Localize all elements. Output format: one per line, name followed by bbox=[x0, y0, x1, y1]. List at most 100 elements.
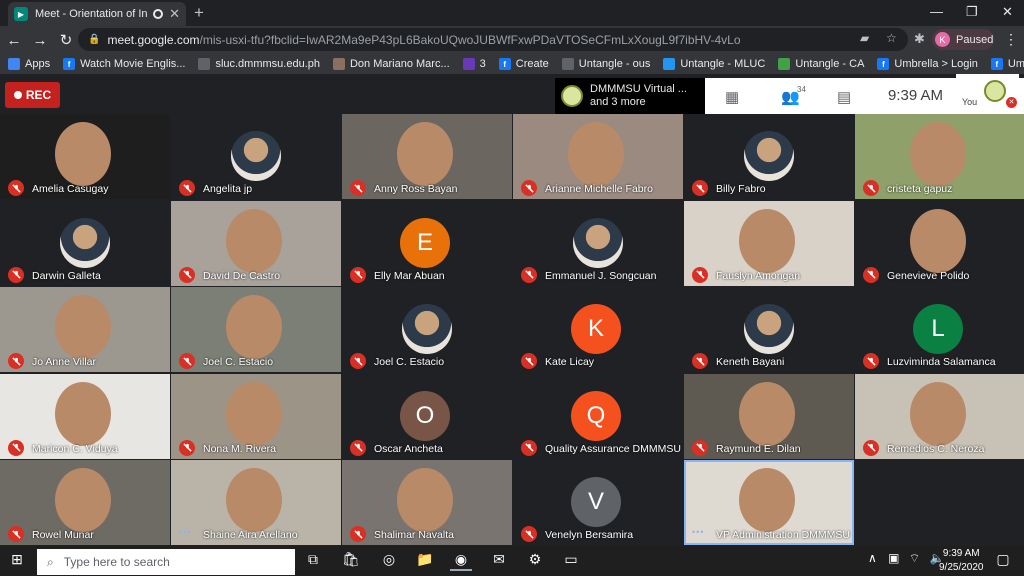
presenter-chip[interactable]: DMMMSU Virtual ... and 3 more bbox=[555, 78, 705, 114]
participant-tile[interactable]: ••• Shaine Aira Arellano bbox=[171, 460, 341, 545]
participant-tile[interactable]: Amelia Casugay bbox=[0, 114, 170, 199]
participant-tile[interactable]: Nona M. Rivera bbox=[171, 373, 341, 459]
bookmark-item[interactable]: 3 bbox=[462, 58, 486, 70]
participant-video-person bbox=[568, 122, 624, 186]
participant-video-person bbox=[226, 208, 282, 273]
participant-video-person bbox=[55, 468, 111, 532]
bookmark-item[interactable]: f Umbrella > Login bbox=[990, 58, 1024, 70]
edge-icon[interactable]: ◎ bbox=[378, 551, 400, 571]
self-view[interactable]: You ✕ bbox=[956, 74, 1019, 110]
task-view-icon[interactable]: ⧉ bbox=[302, 551, 324, 571]
participant-tile[interactable]: Darwin Galleta bbox=[0, 200, 170, 286]
participant-tile[interactable]: David De Castro bbox=[171, 200, 341, 286]
participant-tile[interactable]: E Elly Mar Abuan bbox=[342, 200, 512, 286]
recording-indicator-icon bbox=[153, 9, 164, 19]
bookmark-item[interactable]: Don Mariano Marc... bbox=[332, 58, 450, 70]
new-tab-button[interactable]: + bbox=[194, 3, 204, 23]
participant-tile[interactable]: Fauslyn Amongan bbox=[684, 200, 854, 286]
bookmark-label: Umbrella > Login bbox=[894, 58, 978, 70]
chat-icon[interactable]: ▤ bbox=[837, 88, 851, 106]
participant-tile[interactable]: Raymund E. Dilan bbox=[684, 373, 854, 459]
participant-tile[interactable]: K Kate Licay bbox=[513, 287, 683, 372]
participant-tile[interactable]: Joel C. Estacio bbox=[171, 287, 341, 372]
participant-avatar: O bbox=[400, 390, 450, 441]
bookmark-item[interactable]: Apps bbox=[8, 58, 50, 70]
close-window-button[interactable]: ✕ bbox=[1002, 4, 1013, 20]
participant-tile[interactable]: Maricon C. Viduya bbox=[0, 373, 170, 459]
bookmark-item[interactable]: Untangle - ous bbox=[561, 58, 650, 70]
bookmark-item[interactable]: f Umbrella > Login bbox=[877, 58, 978, 70]
participant-tile[interactable]: Arianne Michelle Fabro bbox=[513, 114, 683, 199]
browser-tab-meet[interactable]: ▶ Meet - Orientation of Interna ✕ bbox=[8, 2, 186, 26]
bookmark-item[interactable]: f Create bbox=[498, 58, 549, 70]
search-placeholder: Type here to search bbox=[63, 555, 170, 569]
participant-tile[interactable]: Shalimar Navalta bbox=[342, 460, 512, 545]
camera-icon[interactable]: ▰ bbox=[860, 31, 869, 45]
participant-photo bbox=[60, 217, 110, 268]
star-icon[interactable]: ☆ bbox=[886, 31, 897, 45]
reload-button[interactable]: ↻ bbox=[54, 31, 78, 49]
chrome-icon[interactable]: ◉ bbox=[450, 551, 472, 571]
browser-menu-icon[interactable]: ⋮ bbox=[1004, 31, 1018, 48]
bookmark-item[interactable]: Untangle - MLUC bbox=[663, 58, 765, 70]
participant-name: Darwin Galleta bbox=[32, 269, 101, 282]
mic-muted-icon bbox=[350, 353, 366, 369]
profile-button[interactable]: K Paused bbox=[932, 29, 994, 50]
participant-tile[interactable]: Keneth Bayani bbox=[684, 287, 854, 372]
extensions-icon[interactable]: ✱ bbox=[914, 31, 925, 47]
participant-video-person bbox=[739, 208, 795, 273]
windows-start-icon[interactable]: ⊞ bbox=[6, 551, 28, 571]
participant-name: Oscar Ancheta bbox=[374, 442, 443, 455]
file-explorer-icon[interactable]: 📁 bbox=[414, 551, 436, 571]
system-tray[interactable]: ∧ ▣ ⌔ 🔈 bbox=[868, 551, 944, 566]
store-icon[interactable]: 🛍 bbox=[340, 551, 362, 571]
bookmark-item[interactable]: sluc.dmmmsu.edu.ph bbox=[198, 58, 320, 70]
participant-video-person bbox=[226, 381, 282, 446]
taskbar-time: 9:39 AM bbox=[942, 548, 980, 559]
taskbar-clock[interactable]: 9:39 AM 9/25/2020 bbox=[939, 547, 984, 575]
network-icon[interactable]: ▣ bbox=[888, 551, 899, 565]
taskbar-search[interactable]: ⌕ Type here to search bbox=[37, 549, 295, 575]
participant-name: Maricon C. Viduya bbox=[32, 442, 118, 455]
participant-name: Remedios C. Neroza bbox=[887, 442, 985, 455]
participant-tile[interactable]: Remedios C. Neroza bbox=[855, 373, 1024, 459]
terminal-icon[interactable]: ▭ bbox=[560, 551, 582, 571]
participant-tile[interactable]: O Oscar Ancheta bbox=[342, 373, 512, 459]
participant-tile[interactable]: Jo Anne Villar bbox=[0, 287, 170, 372]
close-tab-icon[interactable]: ✕ bbox=[169, 6, 180, 22]
minimize-button[interactable]: — bbox=[930, 4, 943, 19]
bookmarks-bar: Apps f Watch Movie Englis... sluc.dmmmsu.ed… bbox=[0, 54, 1024, 74]
mic-muted-icon bbox=[179, 266, 195, 283]
participant-tile[interactable]: cristeta gapuz bbox=[855, 114, 1024, 199]
settings-icon[interactable]: ⚙ bbox=[524, 551, 546, 571]
restore-button[interactable]: ❐ bbox=[966, 4, 978, 20]
participant-tile[interactable]: Q Quality Assurance DMMMSU bbox=[513, 373, 683, 459]
participant-tile[interactable]: ••• VP Administration DMMMSU bbox=[684, 460, 854, 545]
participant-tile[interactable]: Billy Fabro bbox=[684, 114, 854, 199]
back-button[interactable]: ← bbox=[2, 32, 26, 49]
participant-tile[interactable]: Angelita jp bbox=[171, 114, 341, 199]
layout-grid-icon[interactable]: ▦ bbox=[725, 88, 739, 106]
bookmark-item[interactable]: Untangle - CA bbox=[778, 58, 864, 70]
mic-muted-icon bbox=[8, 180, 24, 196]
bookmark-item[interactable]: f Watch Movie Englis... bbox=[63, 58, 185, 70]
mail-icon[interactable]: ✉ bbox=[488, 551, 510, 571]
participant-tile[interactable]: Anny Ross Bayan bbox=[342, 114, 512, 199]
participant-tile[interactable]: Rowel Munar bbox=[0, 460, 170, 545]
mic-muted-icon bbox=[521, 266, 537, 283]
participant-name: Joel C. Estacio bbox=[203, 356, 274, 368]
participant-tile[interactable]: Joel C. Estacio bbox=[342, 287, 512, 372]
participant-name: Elly Mar Abuan bbox=[374, 269, 445, 282]
chevron-up-icon[interactable]: ∧ bbox=[868, 551, 877, 565]
participant-tile[interactable]: Genevieve Polido bbox=[855, 200, 1024, 286]
forward-button[interactable]: → bbox=[28, 32, 52, 49]
mic-muted-icon bbox=[8, 266, 24, 283]
notifications-icon[interactable]: ▢ bbox=[992, 551, 1014, 571]
address-bar[interactable]: 🔒 meet.google.com /mis-usxi-tfu?fbclid=I… bbox=[78, 28, 908, 51]
bookmark-label: Umbrella > Login bbox=[1007, 58, 1024, 70]
profile-status: Paused bbox=[956, 33, 994, 46]
participant-tile[interactable]: L Luzviminda Salamanca bbox=[855, 287, 1024, 372]
participant-tile[interactable]: Emmanuel J. Songcuan bbox=[513, 200, 683, 286]
wifi-icon[interactable]: ⌔ bbox=[909, 551, 920, 565]
participant-tile[interactable]: V Venelyn Bersamira bbox=[513, 460, 683, 545]
